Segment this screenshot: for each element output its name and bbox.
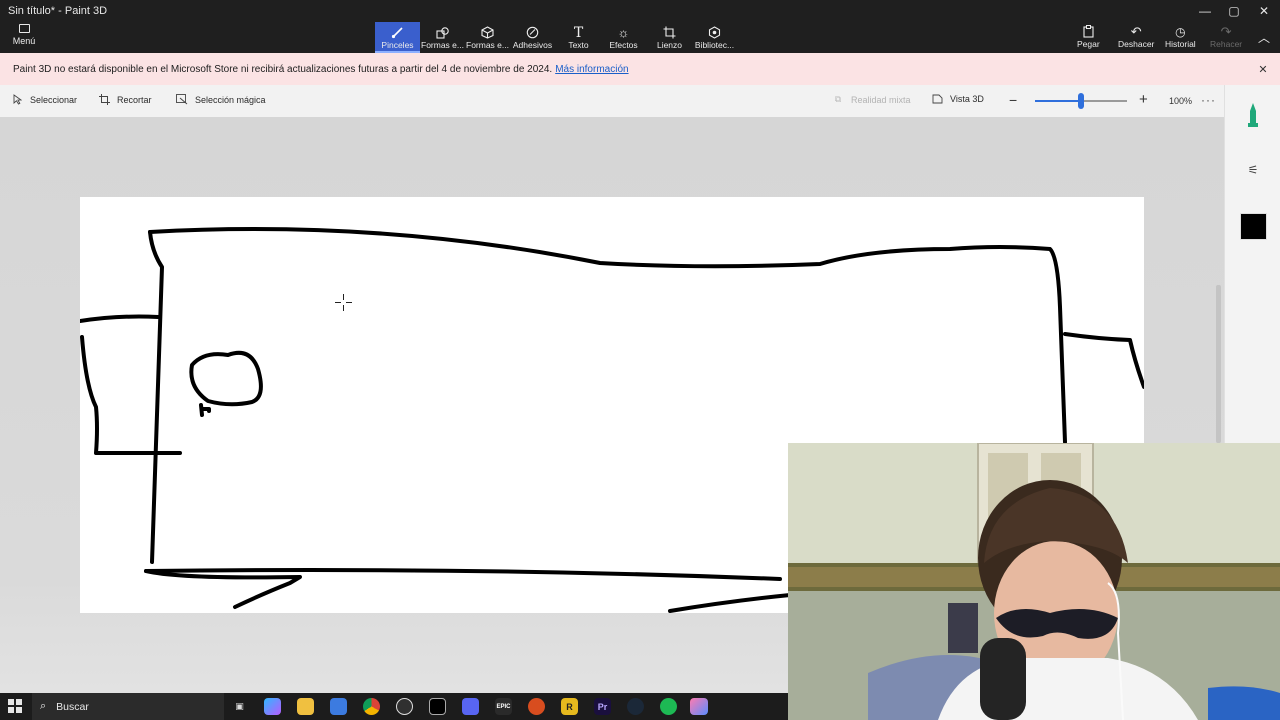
rockstar-icon[interactable] <box>528 698 545 715</box>
cursor-arrow-icon <box>11 94 23 105</box>
r-app-icon[interactable]: R <box>561 698 578 715</box>
store-icon[interactable] <box>330 698 347 715</box>
stickers-icon <box>526 25 539 40</box>
tab-3d-shapes[interactable]: Formas e... <box>465 22 510 53</box>
paint-3d-icon[interactable] <box>690 698 708 715</box>
marker-icon <box>1248 103 1258 127</box>
menu-button[interactable]: Menú <box>6 24 42 52</box>
close-icon: ✕ <box>1258 63 1268 76</box>
maximize-button[interactable]: ▢ <box>1219 0 1249 22</box>
search-placeholder: Buscar <box>56 700 89 713</box>
sliders-icon: ⚟ <box>1247 163 1259 177</box>
discord-icon[interactable] <box>462 698 479 715</box>
webcam-overlay <box>788 443 1280 720</box>
capcut-icon[interactable] <box>429 698 446 715</box>
select-button[interactable]: Seleccionar <box>11 94 77 105</box>
effects-icon: ☼ <box>617 25 630 40</box>
tab-effects[interactable]: ☼ Efectos <box>601 22 646 53</box>
banner-close-button[interactable]: ✕ <box>1256 62 1270 76</box>
color-tab[interactable] <box>1225 211 1280 241</box>
zoom-slider-fill <box>1035 100 1081 102</box>
undo-button[interactable]: ↶ Deshacer <box>1118 23 1154 50</box>
start-button[interactable] <box>8 699 22 713</box>
tab-3d-library[interactable]: Bibliotec... <box>692 22 737 53</box>
clipboard-icon <box>1083 24 1094 39</box>
deprecation-banner: Paint 3D no estará disponible en el Micr… <box>0 53 1280 85</box>
zoom-out-button[interactable]: − <box>1009 92 1017 108</box>
spotify-icon[interactable] <box>660 698 677 715</box>
premiere-pro-icon[interactable]: Pr <box>594 698 611 715</box>
epic-games-icon[interactable]: EPIC <box>495 698 512 715</box>
zoom-slider-thumb[interactable] <box>1078 93 1084 109</box>
task-view-icon[interactable]: ▣ <box>231 698 248 715</box>
mixed-reality-icon: ⧉ <box>834 94 842 104</box>
zoom-slider[interactable] <box>1035 93 1127 109</box>
redo-icon: ↷ <box>1220 23 1232 39</box>
tab-2d-shapes[interactable]: Formas e... <box>420 22 465 53</box>
shapes-2d-icon <box>435 25 450 40</box>
tool-options-bar: Seleccionar Recortar Selección mágica ⧉ … <box>0 85 1224 117</box>
tab-brushes[interactable]: Pinceles <box>375 22 420 53</box>
file-explorer-icon[interactable] <box>297 698 314 715</box>
history-icon: ◷ <box>1175 24 1186 39</box>
crop-button[interactable]: Recortar <box>98 94 152 105</box>
zoom-value: 100% <box>1169 96 1193 106</box>
undo-icon: ↶ <box>1130 23 1142 39</box>
canvas-icon <box>663 25 676 40</box>
side-panel: ⚟ <box>1224 85 1280 443</box>
search-icon: ⌕ <box>40 700 47 712</box>
crop-icon <box>98 94 110 105</box>
magic-select-icon <box>176 94 188 105</box>
redo-button[interactable]: ↷ Rehacer <box>1210 23 1242 50</box>
folder-icon <box>18 24 30 33</box>
mixed-reality-button[interactable]: ⧉ Realidad mixta <box>832 94 911 105</box>
active-color-swatch[interactable] <box>1239 212 1267 240</box>
more-options-button[interactable]: ··· <box>1201 93 1216 107</box>
window-title: Sin título* - Paint 3D <box>8 5 108 17</box>
close-button[interactable]: ✕ <box>1249 0 1279 22</box>
crosshair-cursor-icon <box>335 294 352 311</box>
zoom-in-button[interactable]: + <box>1139 91 1148 108</box>
vertical-scrollbar[interactable] <box>1216 285 1221 443</box>
view-3d-icon <box>931 94 943 104</box>
tab-text[interactable]: T Texto <box>556 22 601 53</box>
webcam-feed-image <box>788 443 1280 720</box>
minimize-button[interactable]: — <box>1190 0 1220 22</box>
menu-label: Menú <box>12 36 36 46</box>
chrome-icon[interactable] <box>363 698 380 715</box>
brush-icon <box>391 25 404 40</box>
tab-canvas[interactable]: Lienzo <box>647 22 692 53</box>
copilot-icon[interactable] <box>264 698 281 715</box>
taskbar: ⌕ Buscar ▣ EPIC R Pr <box>0 693 788 720</box>
view-3d-button[interactable]: Vista 3D <box>931 94 984 104</box>
obs-icon[interactable] <box>396 698 413 715</box>
collapse-ribbon-button[interactable]: ︿ <box>1249 26 1279 48</box>
taskbar-search[interactable]: ⌕ Buscar <box>32 693 224 720</box>
shapes-3d-icon <box>481 25 494 40</box>
chevron-up-icon: ︿ <box>1257 30 1270 45</box>
magic-select-button[interactable]: Selección mágica <box>176 94 266 105</box>
more-info-link[interactable]: Más información <box>555 64 628 75</box>
title-bar: Sin título* - Paint 3D — ▢ ✕ Menú Pincel… <box>0 0 1280 53</box>
text-icon: T <box>573 24 584 41</box>
paste-button[interactable]: Pegar <box>1077 24 1100 49</box>
tab-stickers[interactable]: Adhesivos <box>510 22 555 53</box>
steam-icon[interactable] <box>627 698 644 715</box>
history-button[interactable]: ◷ Historial <box>1165 24 1196 50</box>
banner-message: Paint 3D no estará disponible en el Micr… <box>13 63 553 75</box>
brush-tool-tab[interactable] <box>1225 100 1280 130</box>
brush-settings-tab[interactable]: ⚟ <box>1225 160 1280 180</box>
library-icon <box>708 25 721 40</box>
